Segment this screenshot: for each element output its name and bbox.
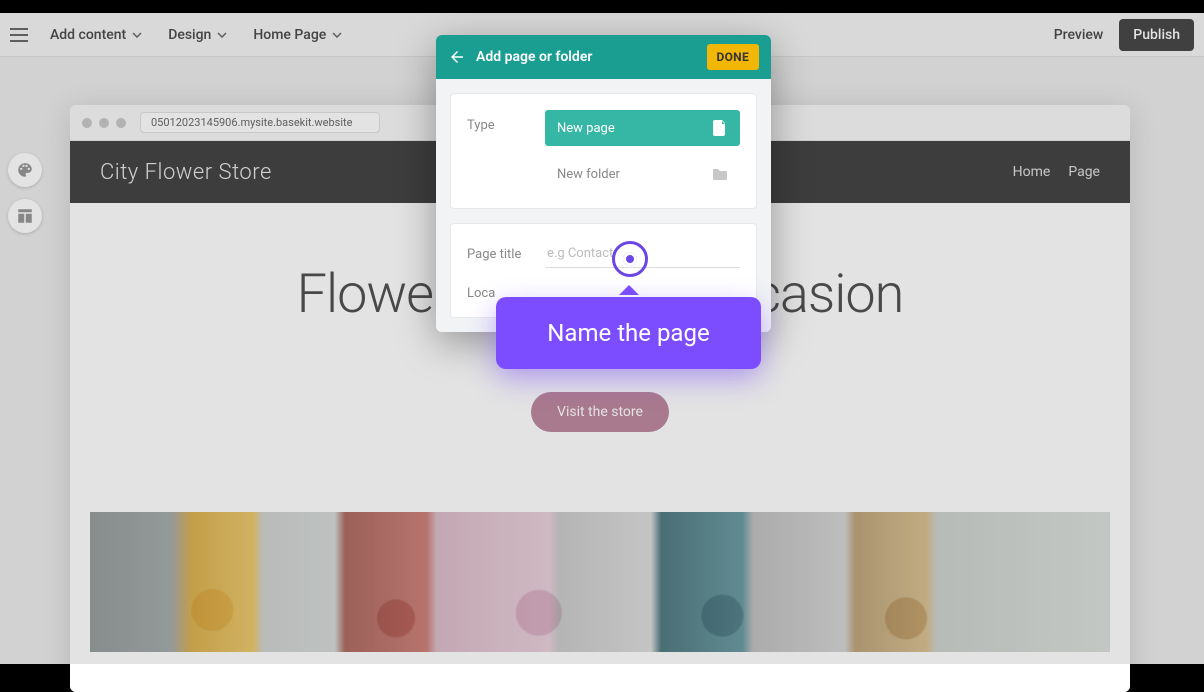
layout-button[interactable] bbox=[8, 199, 42, 233]
page-icon bbox=[712, 120, 728, 136]
callout-text: Name the page bbox=[547, 319, 709, 347]
chevron-down-icon bbox=[332, 32, 342, 38]
page-title-label: Page title bbox=[467, 247, 545, 262]
url-display: 05012023145906.mysite.basekit.website bbox=[140, 112, 380, 133]
page-selector[interactable]: Home Page bbox=[253, 27, 342, 43]
page-title-input[interactable] bbox=[545, 240, 740, 268]
modal-title: Add page or folder bbox=[476, 49, 707, 65]
page-selector-label: Home Page bbox=[253, 27, 326, 43]
done-button[interactable]: DONE bbox=[707, 44, 760, 70]
add-page-modal: Add page or folder DONE Type New page bbox=[436, 35, 771, 332]
type-card: Type New page New folder bbox=[450, 93, 757, 209]
visit-store-button[interactable]: Visit the store bbox=[531, 392, 669, 432]
add-content-menu[interactable]: Add content bbox=[50, 27, 142, 43]
option-new-page[interactable]: New page bbox=[545, 110, 740, 146]
type-label: Type bbox=[467, 110, 545, 133]
side-tool-rail bbox=[8, 153, 42, 233]
modal-body: Type New page New folder bbox=[436, 79, 771, 332]
option-new-folder[interactable]: New folder bbox=[545, 156, 740, 192]
site-title: City Flower Store bbox=[100, 160, 272, 185]
layout-icon bbox=[16, 207, 34, 225]
design-menu[interactable]: Design bbox=[168, 27, 227, 43]
theme-palette-button[interactable] bbox=[8, 153, 42, 187]
add-content-label: Add content bbox=[50, 27, 126, 43]
palette-icon bbox=[16, 161, 34, 179]
chevron-down-icon bbox=[217, 32, 227, 38]
design-label: Design bbox=[168, 27, 211, 43]
nav-link-page[interactable]: Page bbox=[1068, 164, 1100, 180]
nav-link-home[interactable]: Home bbox=[1013, 164, 1051, 180]
back-button[interactable] bbox=[448, 48, 466, 66]
preview-button[interactable]: Preview bbox=[1054, 27, 1104, 43]
folder-icon bbox=[712, 168, 728, 181]
tutorial-callout: Name the page bbox=[496, 297, 761, 369]
nav-links: Home Page bbox=[1013, 164, 1100, 180]
arrow-left-icon bbox=[448, 48, 466, 66]
option-new-folder-label: New folder bbox=[557, 167, 620, 182]
option-new-page-label: New page bbox=[557, 121, 615, 136]
publish-button[interactable]: Publish bbox=[1119, 19, 1194, 51]
hero-image bbox=[90, 512, 1110, 652]
chevron-down-icon bbox=[132, 32, 142, 38]
menu-icon[interactable] bbox=[10, 28, 28, 42]
modal-header: Add page or folder DONE bbox=[436, 35, 771, 79]
window-dots bbox=[82, 118, 126, 128]
